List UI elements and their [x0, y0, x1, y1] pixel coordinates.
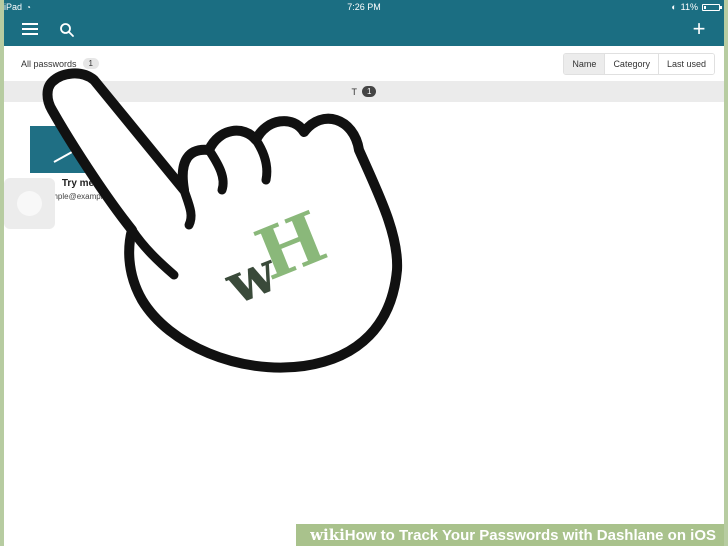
sort-segmented-control: Name Category Last used [563, 53, 715, 75]
all-passwords-filter[interactable]: All passwords 1 [21, 58, 99, 69]
menu-button[interactable] [22, 23, 38, 37]
plane-icon [53, 135, 101, 163]
count-badge: 1 [82, 58, 99, 69]
battery-percent: 11% [680, 2, 698, 12]
section-count-badge: 1 [362, 86, 377, 97]
status-time: 7:26 PM [347, 2, 381, 12]
moon-icon: ◐ [671, 2, 677, 12]
search-icon [60, 23, 74, 37]
add-button[interactable]: + [688, 18, 710, 41]
assistive-touch-icon [17, 191, 42, 216]
nav-bar: + [4, 14, 724, 46]
sort-by-name[interactable]: Name [564, 54, 605, 74]
battery-icon [702, 3, 722, 11]
section-letter: T [351, 86, 358, 97]
logo-h: H [245, 195, 337, 297]
status-right: ◐ 11% [671, 2, 722, 12]
logo-w: w [216, 238, 288, 318]
search-button[interactable] [59, 22, 75, 38]
app-screen: iPad ◔ 7:26 PM ◐ 11% + All passwords 1 N… [4, 0, 724, 546]
sort-by-last-used[interactable]: Last used [657, 54, 714, 74]
hamburger-line [22, 28, 38, 30]
wikihow-logo: w H [216, 195, 337, 319]
caption-title: to Track Your Passwords with Dashlane on… [376, 527, 716, 544]
credential-logo [30, 126, 126, 173]
caption-banner: wikiHow to Track Your Passwords with Das… [296, 524, 724, 546]
status-bar: iPad ◔ 7:26 PM ◐ 11% [4, 0, 724, 14]
caption-how: How [344, 527, 377, 544]
hamburger-icon [22, 23, 38, 25]
caption-wiki: wiki [310, 526, 345, 544]
all-passwords-label: All passwords [21, 58, 77, 69]
hamburger-line [22, 33, 38, 35]
assistive-touch-button[interactable] [4, 178, 55, 229]
section-header: T 1 [4, 81, 724, 102]
sort-by-category[interactable]: Category [604, 54, 658, 74]
filter-row: All passwords 1 Name Category Last used [4, 46, 724, 80]
